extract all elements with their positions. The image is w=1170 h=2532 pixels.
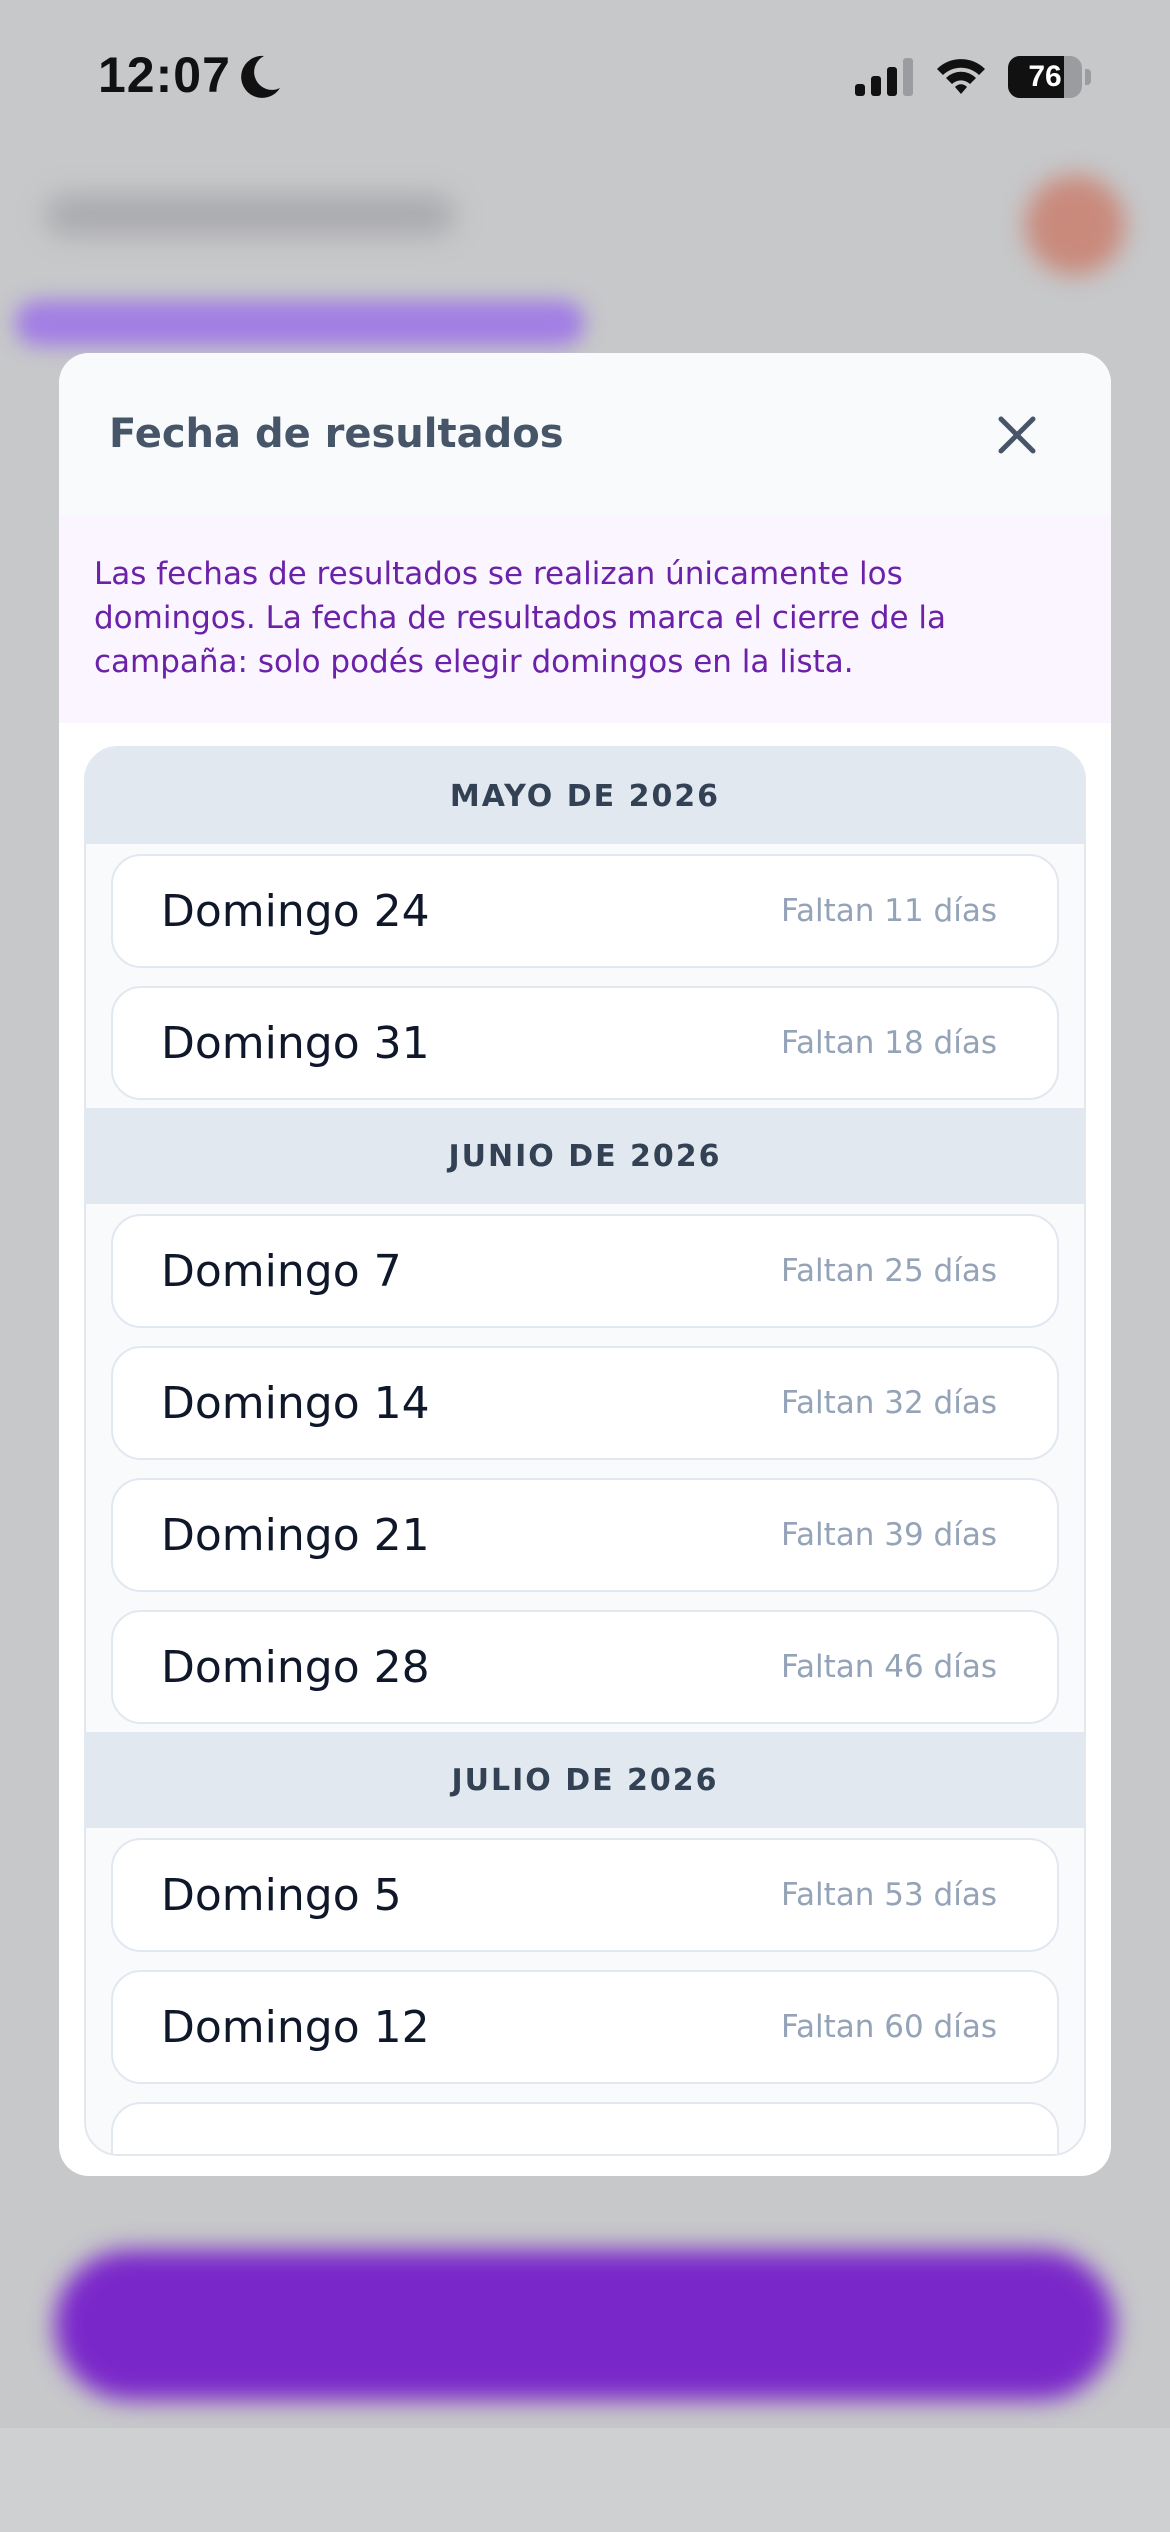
date-option-label: Domingo 28 <box>161 1641 430 1693</box>
date-option[interactable]: Domingo 31 Faltan 18 días <box>111 986 1059 1100</box>
date-option[interactable]: Domingo 14 Faltan 32 días <box>111 1346 1059 1460</box>
info-banner: Las fechas de resultados se realizan úni… <box>59 516 1111 723</box>
close-icon <box>998 416 1036 454</box>
date-option[interactable]: Domingo 5 Faltan 53 días <box>111 1838 1059 1952</box>
results-date-modal: Fecha de resultados Las fechas de result… <box>59 353 1111 2176</box>
battery-level: 76 <box>1028 60 1062 93</box>
date-option-label: Domingo 24 <box>161 885 430 937</box>
signal-icon <box>855 58 913 96</box>
date-option-remaining: Faltan 39 días <box>781 1517 997 1553</box>
date-option[interactable]: Domingo 12 Faltan 60 días <box>111 1970 1059 2084</box>
battery-body: 76 <box>1008 56 1082 98</box>
background-title-blurred <box>45 195 455 235</box>
background-bottom-band <box>0 2428 1170 2532</box>
date-option-remaining: Faltan 11 días <box>781 893 997 929</box>
date-option-label: Domingo 12 <box>161 2001 430 2053</box>
month-day-list: Domingo 7 Faltan 25 días Domingo 14 Falt… <box>86 1204 1084 1724</box>
date-option-label: Domingo 7 <box>161 1245 402 1297</box>
battery-tip <box>1085 69 1091 85</box>
month-header: JUNIO DE 2026 <box>86 1108 1084 1204</box>
month-day-list: Domingo 24 Faltan 11 días Domingo 31 Fal… <box>86 844 1084 1100</box>
status-time: 12:07 <box>98 47 231 103</box>
date-option[interactable]: Domingo 28 Faltan 46 días <box>111 1610 1059 1724</box>
status-bar: 12:07 76 <box>0 0 1170 150</box>
month-header: JULIO DE 2026 <box>86 1732 1084 1828</box>
date-option-label: Domingo 5 <box>161 1869 402 1921</box>
background-progress-blurred <box>15 300 585 346</box>
date-option-remaining: Faltan 60 días <box>781 2009 997 2045</box>
date-option-label: Domingo 21 <box>161 1509 430 1561</box>
sunday-date-list[interactable]: MAYO DE 2026 Domingo 24 Faltan 11 días D… <box>84 746 1086 2156</box>
background-avatar-blurred <box>1025 175 1125 275</box>
date-option[interactable]: Domingo 24 Faltan 11 días <box>111 854 1059 968</box>
close-button[interactable] <box>985 403 1049 467</box>
battery-icon: 76 <box>1008 56 1092 98</box>
moon-icon <box>241 55 280 98</box>
date-option-label: Domingo 14 <box>161 1377 430 1429</box>
date-option-remaining: Faltan 53 días <box>781 1877 997 1913</box>
date-option-remaining: Faltan 18 días <box>781 1025 997 1061</box>
wifi-icon <box>937 59 985 94</box>
date-option-partial[interactable] <box>111 2102 1059 2154</box>
date-option-label: Domingo 31 <box>161 1017 430 1069</box>
date-option-remaining: Faltan 46 días <box>781 1649 997 1685</box>
modal-header: Fecha de resultados <box>59 353 1111 516</box>
date-option-remaining: Faltan 32 días <box>781 1385 997 1421</box>
background-primary-button-blurred <box>55 2250 1115 2400</box>
date-option-remaining: Faltan 25 días <box>781 1253 997 1289</box>
info-text: Las fechas de resultados se realizan úni… <box>94 556 947 680</box>
month-day-list: Domingo 5 Faltan 53 días Domingo 12 Falt… <box>86 1828 1084 2154</box>
date-option[interactable]: Domingo 7 Faltan 25 días <box>111 1214 1059 1328</box>
date-option[interactable]: Domingo 21 Faltan 39 días <box>111 1478 1059 1592</box>
modal-title: Fecha de resultados <box>109 411 564 457</box>
month-header: MAYO DE 2026 <box>86 748 1084 844</box>
